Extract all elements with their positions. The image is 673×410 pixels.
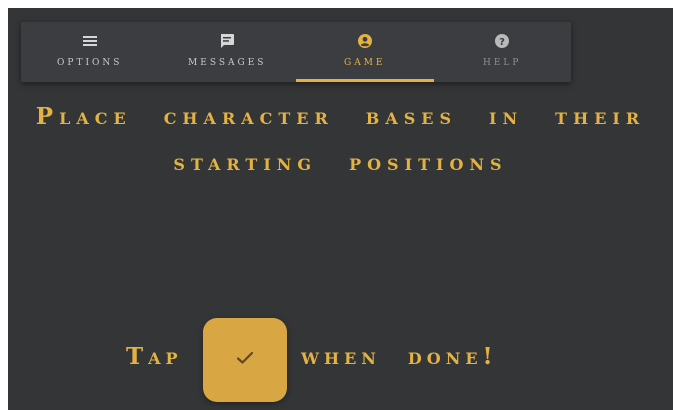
help-icon: ? xyxy=(493,32,511,50)
tab-options-label: OPTIONS xyxy=(57,58,123,68)
tab-messages[interactable]: MESSAGES xyxy=(159,22,297,82)
user-icon xyxy=(356,32,374,50)
check-icon xyxy=(236,351,254,370)
tab-help[interactable]: ? HELP xyxy=(434,22,572,82)
tab-options[interactable]: OPTIONS xyxy=(21,22,159,82)
tab-game[interactable]: GAME xyxy=(296,22,434,82)
instruction-headline: Place character bases in their starting … xyxy=(35,103,646,176)
svg-text:?: ? xyxy=(499,37,505,48)
active-tab-indicator xyxy=(296,79,434,82)
tab-help-label: HELP xyxy=(483,58,522,68)
when-done-label: when done! xyxy=(301,343,498,370)
game-screen: OPTIONS MESSAGES GAME ? HELP Place chara… xyxy=(8,8,673,410)
message-icon xyxy=(218,32,236,50)
tap-label: Tap xyxy=(126,343,183,370)
done-button[interactable] xyxy=(203,318,287,402)
top-navigation: OPTIONS MESSAGES GAME ? HELP xyxy=(21,22,571,82)
done-prompt: Tap when done! xyxy=(8,316,673,402)
menu-icon xyxy=(81,32,99,50)
tab-game-label: GAME xyxy=(344,58,386,68)
tab-messages-label: MESSAGES xyxy=(188,58,267,68)
